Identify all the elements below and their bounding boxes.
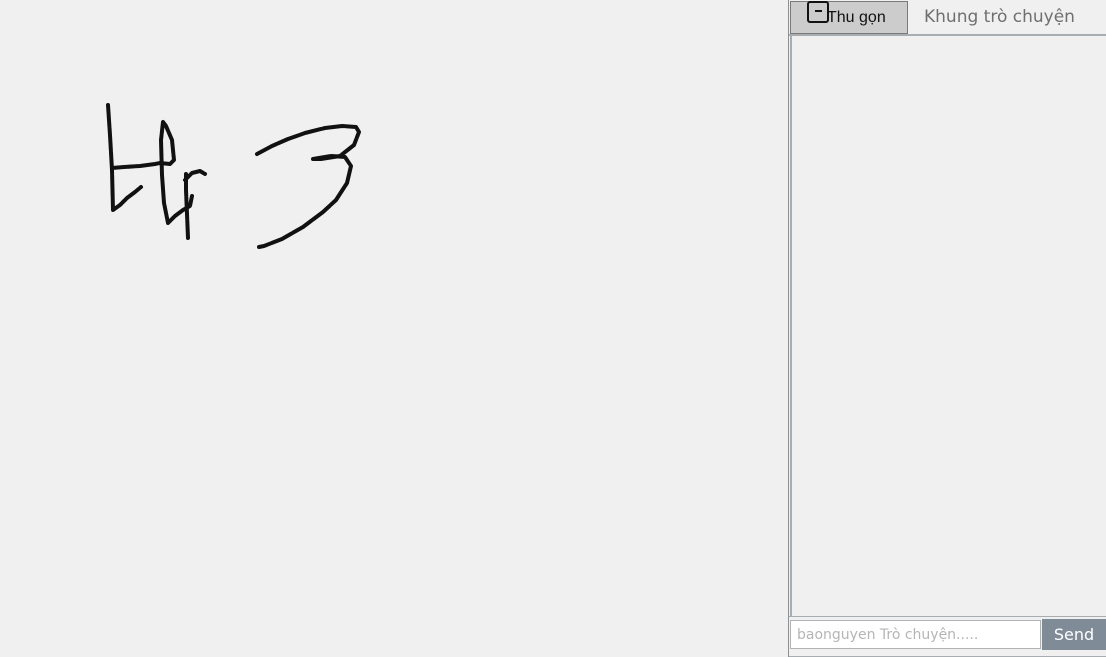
drawing-surface[interactable] — [0, 0, 788, 657]
minimize-icon — [807, 1, 829, 23]
chat-composer: Send — [789, 616, 1106, 657]
handwritten-stroke-5 — [255, 124, 361, 249]
chat-header: Thu gọn Khung trò chuyện — [789, 0, 1106, 36]
collapse-label: Thu gọn — [827, 9, 886, 26]
chat-title: Khung trò chuyện — [924, 7, 1075, 27]
handwritten-stroke-4 — [184, 172, 190, 240]
chat-input[interactable] — [790, 620, 1041, 649]
drawing-canvas[interactable] — [0, 0, 788, 657]
app-window: Thu gọn Khung trò chuyện Send — [0, 0, 1106, 657]
handwritten-stroke-2 — [110, 120, 194, 225]
chat-panel: Thu gọn Khung trò chuyện Send — [788, 0, 1106, 657]
chat-message-list[interactable] — [790, 36, 1104, 616]
handwritten-stroke-1 — [106, 103, 143, 212]
send-button[interactable]: Send — [1042, 619, 1106, 650]
collapse-button[interactable]: Thu gọn — [790, 1, 908, 34]
